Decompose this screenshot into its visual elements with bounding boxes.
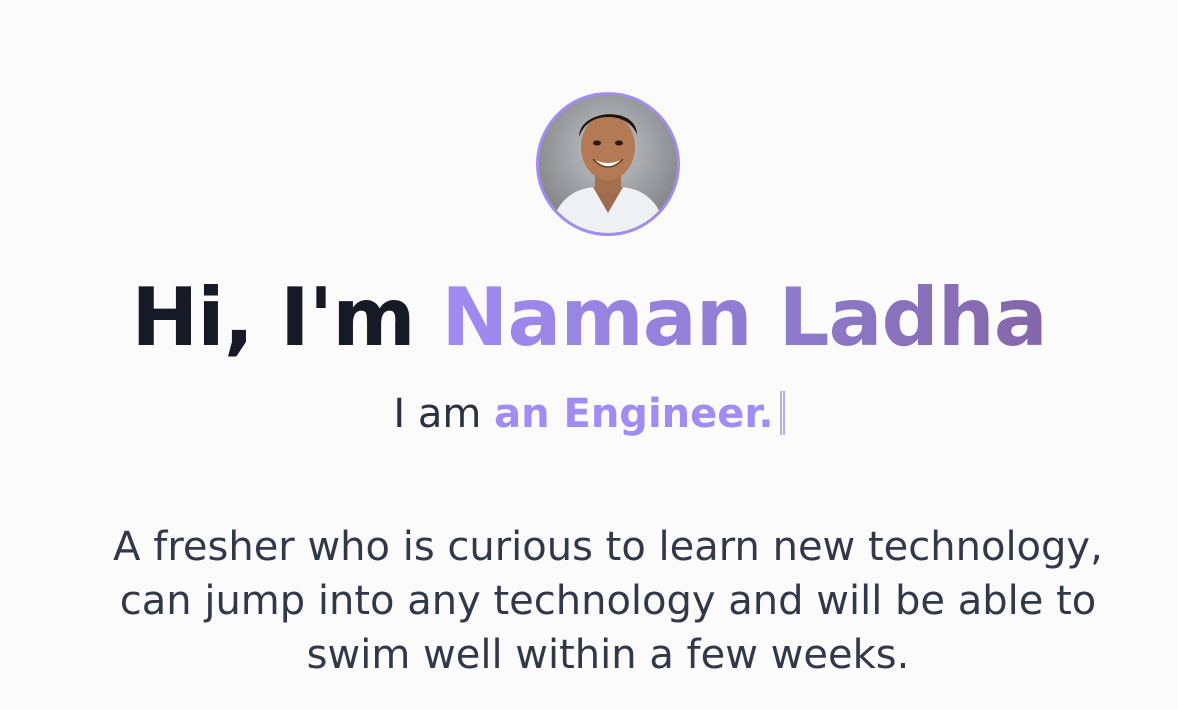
hero-section: Hi, I'm Naman Ladha I am an Engineer. A … xyxy=(0,0,1178,710)
bio-text: A fresher who is curious to learn new te… xyxy=(113,524,1103,678)
avatar xyxy=(536,92,680,236)
role-text: an Engineer. xyxy=(494,391,774,437)
profile-photo xyxy=(539,95,677,233)
typing-cursor-icon xyxy=(779,391,785,435)
greeting-text: Hi, I'm xyxy=(131,271,415,364)
role-prefix: I am xyxy=(393,391,482,437)
name-text: Naman Ladha xyxy=(441,271,1047,364)
page-title: Hi, I'm Naman Ladha xyxy=(0,270,1178,366)
role-line: I am an Engineer. xyxy=(0,388,1178,440)
